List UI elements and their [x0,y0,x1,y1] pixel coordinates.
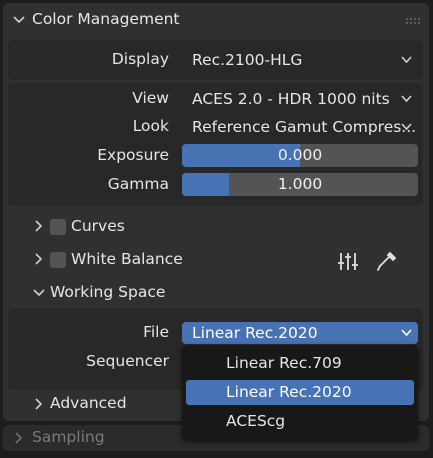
menu-item-linear-rec2020[interactable]: Linear Rec.2020 [186,380,414,405]
exposure-slider[interactable]: 0.000 [182,144,418,167]
drag-handle-icon[interactable] [405,16,423,26]
menu-item-linear-rec709[interactable]: Linear Rec.709 [186,351,414,376]
chevron-down-icon [401,123,412,131]
gamma-label: Gamma [107,175,169,193]
look-select[interactable]: Reference Gamut Compres... [182,116,418,138]
chevron-down-icon [401,56,412,64]
chevron-down-icon [401,95,412,103]
eyedropper-icon[interactable] [375,249,399,273]
sequencer-label: Sequencer [86,352,169,370]
exposure-label: Exposure [97,146,169,164]
chevron-right-icon[interactable] [32,252,46,266]
exposure-value: 0.000 [277,146,323,164]
chevron-down-icon [401,329,412,337]
view-value: ACES 2.0 - HDR 1000 nits [192,90,390,108]
file-value: Linear Rec.2020 [192,324,318,342]
display-label: Display [111,50,169,68]
file-select[interactable]: Linear Rec.2020 [182,322,418,344]
view-select[interactable]: ACES 2.0 - HDR 1000 nits [182,88,418,110]
white-balance-checkbox[interactable] [50,252,66,268]
file-dropdown-menu: Linear Rec.709 Linear Rec.2020 ACEScg [182,345,418,440]
view-label: View [132,89,169,107]
sliders-icon[interactable] [337,250,359,272]
panel-title[interactable]: Color Management [32,10,180,28]
chevron-right-icon[interactable] [12,431,26,445]
sampling-title[interactable]: Sampling [32,428,105,446]
look-label: Look [132,117,169,135]
display-value: Rec.2100-HLG [192,51,303,69]
curves-label[interactable]: Curves [71,217,125,235]
menu-item-acescg[interactable]: ACEScg [186,409,414,434]
gamma-slider[interactable]: 1.000 [182,173,418,196]
chevron-right-icon[interactable] [32,397,46,411]
file-label: File [143,323,169,341]
curves-checkbox[interactable] [50,219,66,235]
advanced-title[interactable]: Advanced [50,394,127,412]
white-balance-label[interactable]: White Balance [71,250,183,268]
gamma-value: 1.000 [277,175,323,193]
chevron-down-icon[interactable] [32,286,46,300]
display-select[interactable]: Rec.2100-HLG [182,49,418,71]
chevron-right-icon[interactable] [32,219,46,233]
working-space-title[interactable]: Working Space [50,283,165,301]
chevron-down-icon[interactable] [12,13,26,27]
look-value: Reference Gamut Compres... [192,118,417,136]
